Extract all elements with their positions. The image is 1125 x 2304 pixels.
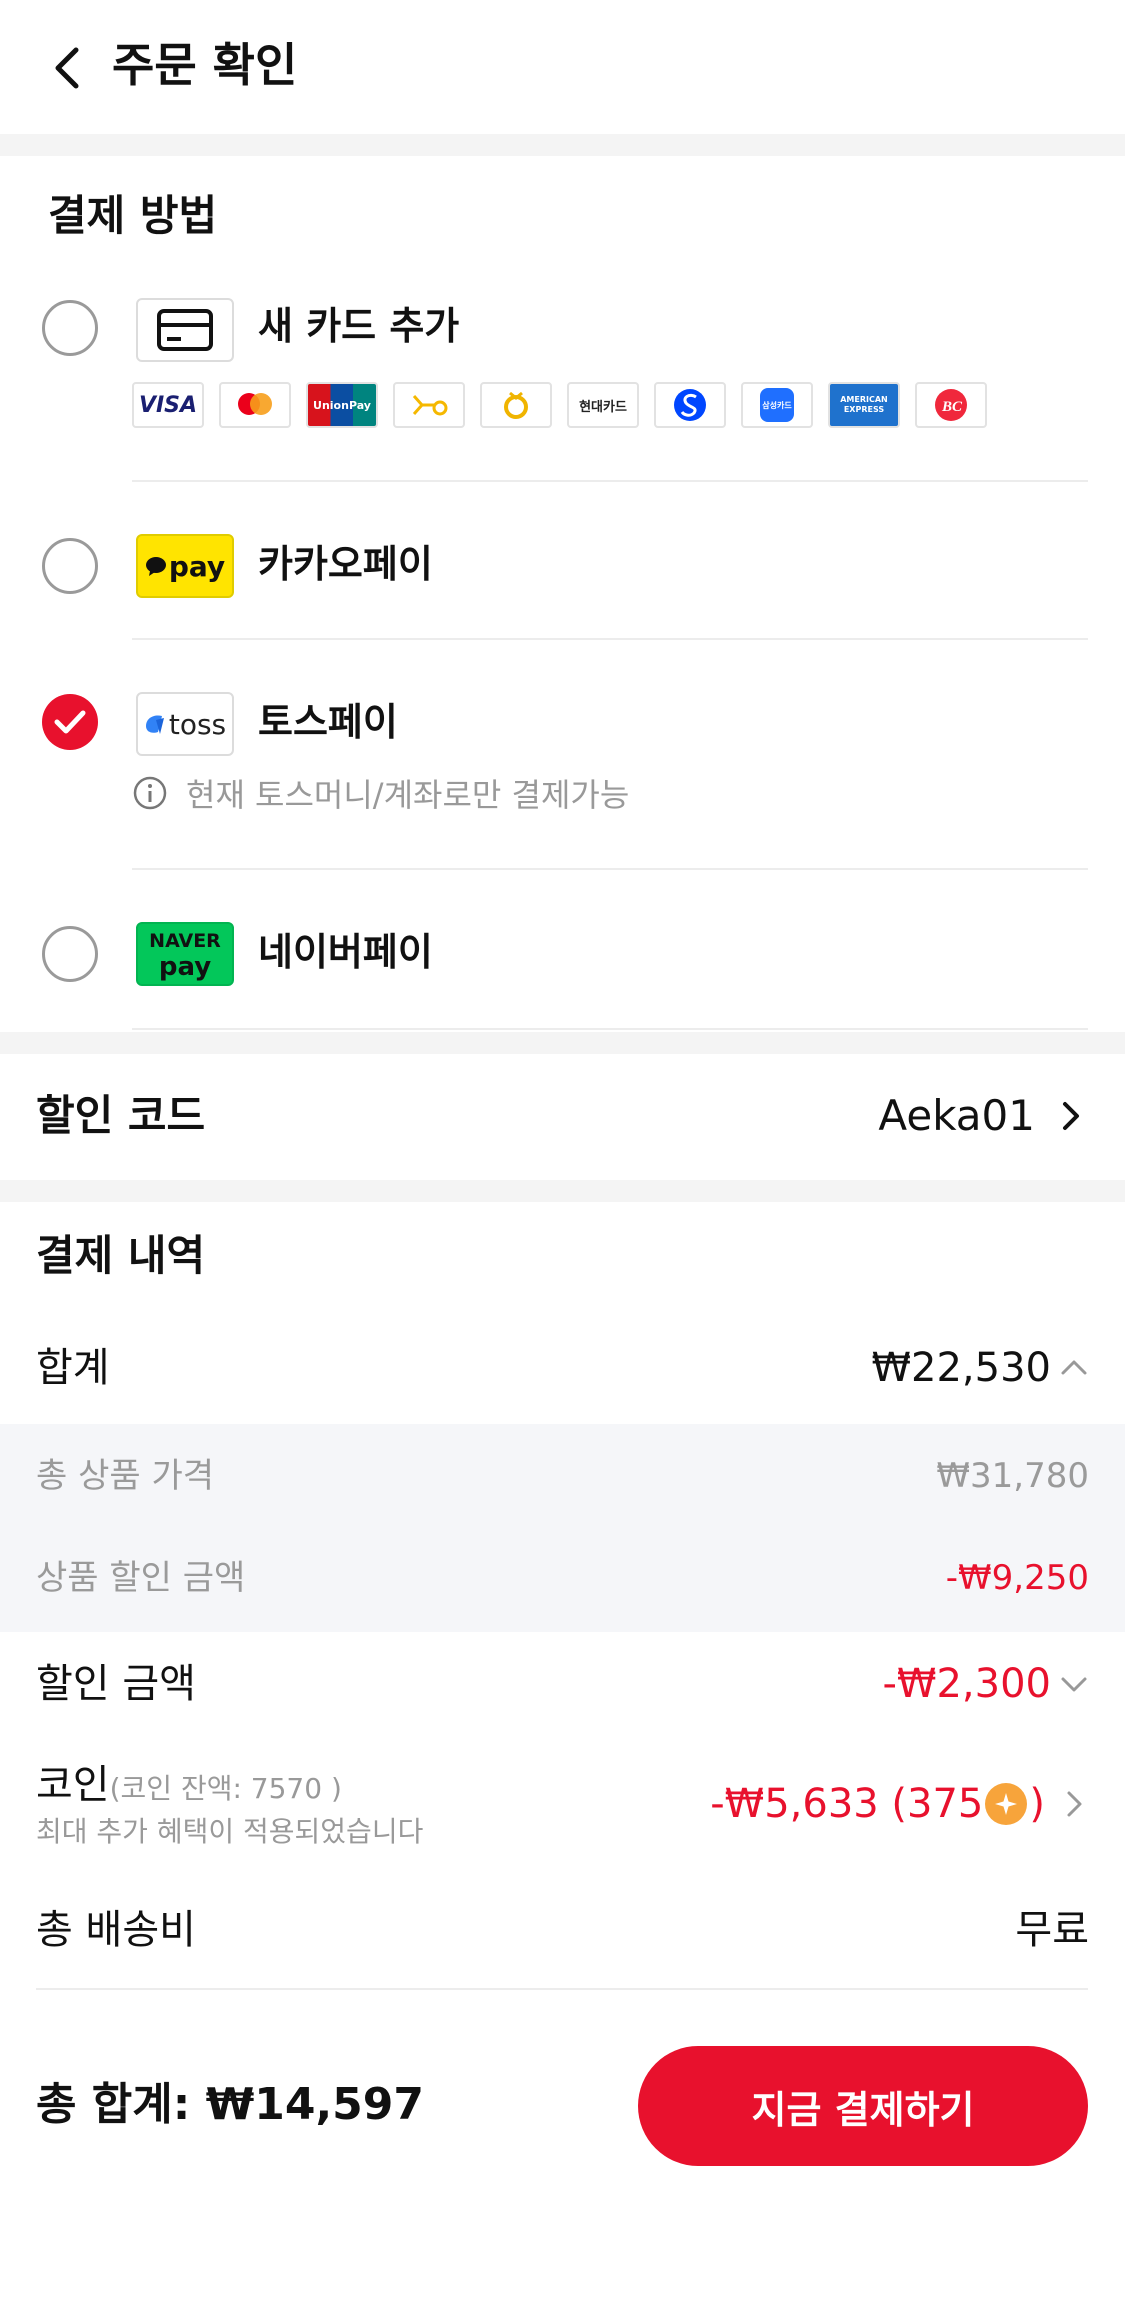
coin-note: 최대 추가 혜택이 적용되었습니다 xyxy=(36,1815,424,1848)
grand-total-label: 총 합계: xyxy=(36,2079,191,2130)
info-icon xyxy=(133,776,167,810)
samsung-card-logo: 삼성카드 xyxy=(741,382,813,428)
divider xyxy=(132,480,1088,482)
tosspay-note: 현재 토스머니/계좌로만 결제가능 xyxy=(132,770,629,816)
kakaopay-logo-text: pay xyxy=(168,549,226,583)
method-label-tosspay[interactable]: 토스페이 xyxy=(258,692,398,752)
toss-shape-icon xyxy=(145,715,164,734)
product-total-label: 총 상품 가격 xyxy=(36,1456,215,1496)
coin-value-prefix: -₩5,633 (375 xyxy=(710,1781,984,1827)
visa-logo: VISA xyxy=(132,382,204,428)
radio-naverpay[interactable] xyxy=(42,926,98,982)
shinhan-s-icon xyxy=(674,389,706,421)
shipping-row: 총 배송비 무료 xyxy=(0,1900,1125,1980)
mastercard-logo xyxy=(219,382,291,428)
coin-value-group: -₩5,633 (375 ) xyxy=(710,1774,1089,1834)
chevron-up-icon xyxy=(1061,1360,1087,1375)
discount-code-row[interactable]: 할인 코드 Aeka01 xyxy=(0,1054,1125,1180)
shipping-value: 무료 xyxy=(1015,1907,1089,1953)
header: 주문 확인 xyxy=(0,0,1125,134)
sparkle-icon xyxy=(995,1793,1018,1815)
coin-value-suffix: ) xyxy=(1029,1781,1045,1827)
credit-card-icon xyxy=(157,309,213,351)
amex-logo: AMERICAN EXPRESS xyxy=(828,382,900,428)
payment-method-title: 결제 방법 xyxy=(48,191,218,240)
chevron-right-icon xyxy=(1067,1791,1082,1817)
kb-card-logo xyxy=(393,382,465,428)
hyundai-card-logo: 현대카드 xyxy=(567,382,639,428)
discount-amount-label: 할인 금액 xyxy=(36,1661,196,1707)
section-gap xyxy=(0,134,1125,156)
nh-card-logo xyxy=(480,382,552,428)
shinhan-card-logo xyxy=(654,382,726,428)
new-card-logo xyxy=(136,298,234,362)
pay-now-button[interactable]: 지금 결제하기 xyxy=(638,2046,1088,2166)
discount-amount-row[interactable]: 할인 금액 -₩2,300 xyxy=(0,1654,1125,1734)
section-gap xyxy=(0,1032,1125,1054)
radio-kakaopay[interactable] xyxy=(42,538,98,594)
radio-new-card[interactable] xyxy=(42,300,98,356)
tosspay-note-text: 현재 토스머니/계좌로만 결제가능 xyxy=(186,776,630,814)
product-total-value: ₩31,780 xyxy=(936,1456,1089,1496)
method-label-naverpay[interactable]: 네이버페이 xyxy=(258,922,433,982)
subtotal-label: 합계 xyxy=(36,1345,110,1391)
naverpay-logo-text-top: NAVER xyxy=(149,930,221,952)
discount-code-value-group: Aeka01 xyxy=(878,1086,1089,1146)
tosspay-logo-text: toss xyxy=(168,707,227,741)
tosspay-logo: toss xyxy=(136,692,234,756)
naverpay-logo-text-bottom: pay xyxy=(158,952,212,982)
coin-row[interactable]: 코인(코인 잔액: 7570 ) 최대 추가 혜택이 적용되었습니다 -₩5,6… xyxy=(0,1754,1125,1864)
divider xyxy=(132,1028,1088,1030)
subtotal-value-group: ₩22,530 xyxy=(871,1338,1089,1398)
coin-icon xyxy=(985,1783,1028,1825)
subtotal-value: ₩22,530 xyxy=(871,1345,1051,1391)
back-button[interactable] xyxy=(36,36,100,100)
page-title: 주문 확인 xyxy=(112,38,298,92)
checkmark-icon xyxy=(54,710,86,734)
chevron-down-icon xyxy=(1061,1677,1087,1692)
shipping-label: 총 배송비 xyxy=(36,1907,196,1953)
radio-tosspay[interactable] xyxy=(42,694,98,750)
discount-code-value: Aeka01 xyxy=(878,1091,1035,1140)
divider xyxy=(132,638,1088,640)
card-brand-list: VISA UnionPay 현대카드 삼성카드 AMERICAN EXPRESS… xyxy=(132,382,987,428)
chevron-right-icon xyxy=(1063,1102,1079,1130)
samsung-card-badge: 삼성카드 xyxy=(760,388,794,422)
bc-card-logo: BC xyxy=(915,382,987,428)
product-discount-label: 상품 할인 금액 xyxy=(36,1558,246,1598)
grand-total: 총 합계: ₩14,597 xyxy=(36,2070,424,2140)
unionpay-logo: UnionPay xyxy=(306,382,378,428)
checkout-bar: 총 합계: ₩14,597 지금 결제하기 xyxy=(0,1990,1125,2304)
discount-amount-value-group: -₩2,300 xyxy=(883,1654,1090,1714)
nh-ring-icon xyxy=(504,391,528,419)
coin-label: 코인 xyxy=(36,1762,110,1808)
chevron-left-icon xyxy=(55,47,79,89)
product-discount-value: -₩9,250 xyxy=(945,1558,1089,1598)
kakaopay-logo: pay xyxy=(136,534,234,598)
mastercard-circles-icon xyxy=(238,393,272,415)
naverpay-logo: NAVER pay xyxy=(136,922,234,986)
svg-text:BC: BC xyxy=(941,399,963,415)
discount-amount-value: -₩2,300 xyxy=(882,1661,1052,1707)
grand-total-value: ₩14,597 xyxy=(205,2079,425,2130)
payment-details-title: 결제 내역 xyxy=(36,1231,206,1280)
section-gap xyxy=(0,1180,1125,1202)
divider xyxy=(132,868,1088,870)
discount-code-label: 할인 코드 xyxy=(36,1091,206,1140)
bc-circle-icon: BC xyxy=(935,389,967,421)
coin-label-group: 코인(코인 잔액: 7570 ) xyxy=(36,1760,342,1818)
subtotal-row[interactable]: 합계 ₩22,530 xyxy=(0,1338,1125,1424)
coin-balance: (코인 잔액: 7570 ) xyxy=(109,1772,342,1805)
kb-star-icon xyxy=(412,395,448,416)
method-label-new-card[interactable]: 새 카드 추가 xyxy=(258,296,459,356)
method-label-kakaopay[interactable]: 카카오페이 xyxy=(258,534,433,594)
kakao-speech-bubble-icon xyxy=(145,557,166,576)
